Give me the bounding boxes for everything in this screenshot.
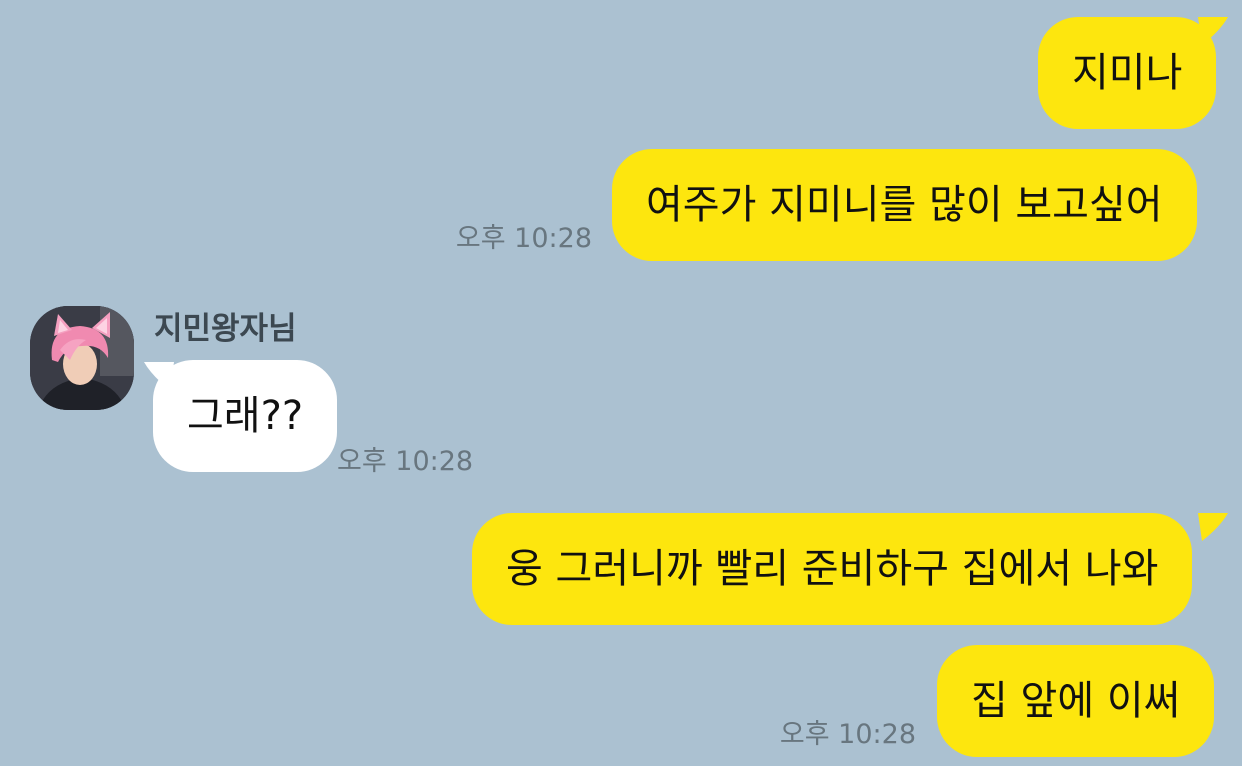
bubble-tail bbox=[144, 362, 174, 390]
bubble-tail bbox=[1198, 17, 1228, 45]
message-bubble-outgoing[interactable]: 집 앞에 이써 bbox=[937, 645, 1215, 757]
bubble-tail bbox=[1198, 513, 1228, 541]
chat-area[interactable]: 지미나 여주가 지미니를 많이 보고싶어 오후 10:28 지민왕자님 그래??… bbox=[0, 0, 1242, 766]
message-timestamp: 오후 10:28 bbox=[337, 446, 474, 477]
avatar-image bbox=[30, 306, 134, 410]
message-timestamp: 오후 10:28 bbox=[779, 719, 916, 750]
message-bubble-outgoing[interactable]: 웅 그러니까 빨리 준비하구 집에서 나와 bbox=[472, 513, 1193, 625]
contact-name: 지민왕자님 bbox=[154, 311, 297, 347]
message-bubble-outgoing[interactable]: 여주가 지미니를 많이 보고싶어 bbox=[612, 149, 1197, 261]
contact-avatar[interactable] bbox=[30, 306, 134, 410]
message-timestamp: 오후 10:28 bbox=[455, 223, 592, 254]
message-bubble-outgoing[interactable]: 지미나 bbox=[1038, 17, 1217, 129]
message-bubble-incoming[interactable]: 그래?? bbox=[153, 360, 338, 472]
